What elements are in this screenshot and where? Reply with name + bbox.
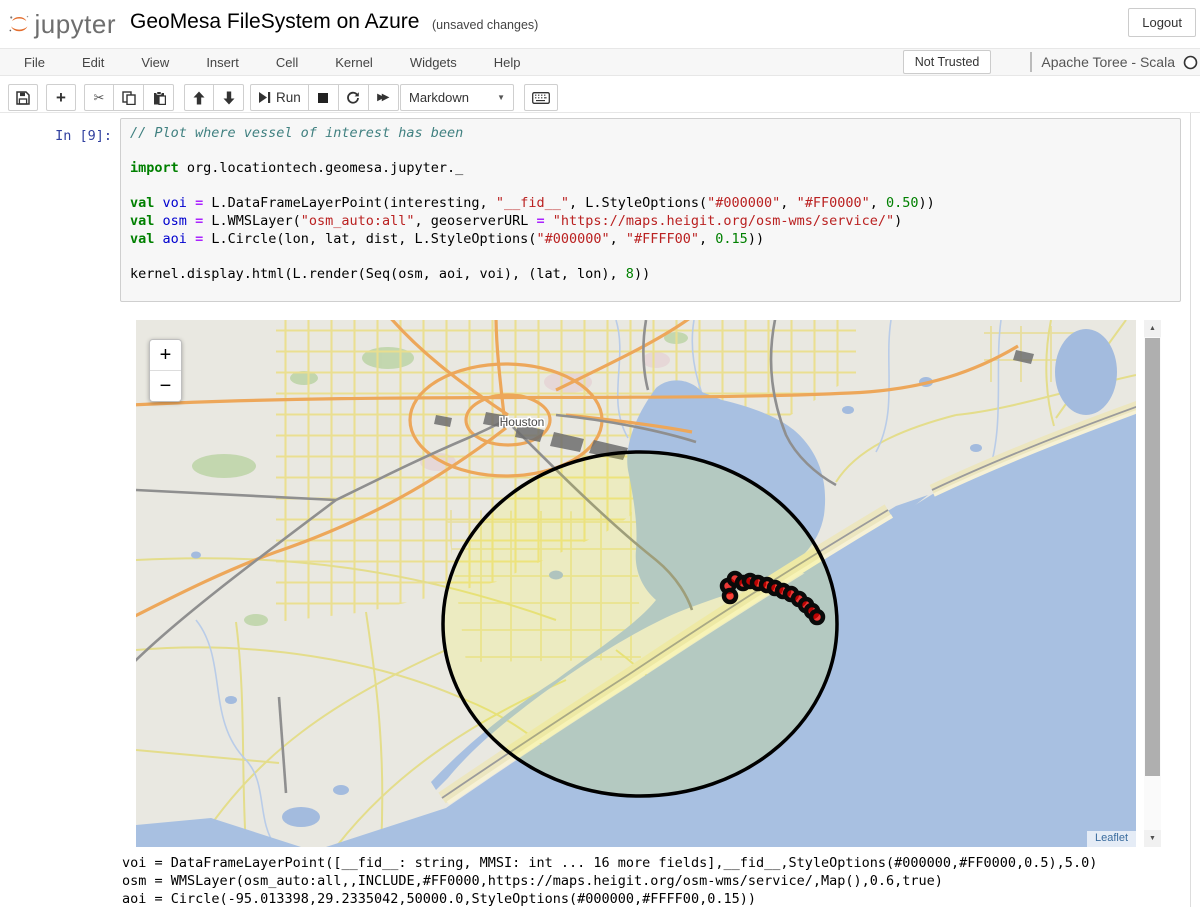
run-button[interactable]: Run — [250, 84, 309, 111]
vessel-point[interactable] — [724, 590, 736, 602]
fast-forward-icon: ▶▶ — [377, 92, 389, 103]
kernel-name: Apache Toree - Scala — [1041, 54, 1175, 70]
copy-button[interactable] — [114, 84, 144, 111]
jupyter-logo-text: jupyter — [34, 9, 116, 40]
cut-button[interactable]: ✂ — [84, 84, 114, 111]
paste-button[interactable] — [144, 84, 174, 111]
add-cell-button[interactable]: + — [46, 84, 76, 111]
menu-kernel[interactable]: Kernel — [335, 55, 373, 70]
restart-kernel-button[interactable] — [339, 84, 369, 111]
code-lines: // Plot where vessel of interest has bee… — [130, 125, 1171, 283]
map-zoom-control: + − — [149, 339, 182, 402]
input-prompt: In [9]: — [0, 128, 112, 144]
vessel-point[interactable] — [811, 611, 823, 623]
menu-insert[interactable]: Insert — [206, 55, 239, 70]
zoom-in-button[interactable]: + — [150, 340, 181, 371]
move-down-icon — [222, 91, 236, 105]
restart-icon — [346, 91, 360, 105]
aoi-circle[interactable] — [443, 452, 837, 796]
keyboard-icon — [532, 92, 550, 104]
save-icon — [16, 91, 30, 105]
move-cell-up-button[interactable] — [184, 84, 214, 111]
header: jupyter GeoMesa FileSystem on Azure (uns… — [0, 0, 1200, 48]
leaflet-map[interactable]: Houston + − Leaflet — [136, 320, 1136, 847]
jupyter-logo[interactable]: jupyter — [8, 4, 116, 44]
notebook-title[interactable]: GeoMesa FileSystem on Azure — [130, 10, 419, 34]
kernel-idle-icon — [1183, 55, 1198, 70]
jupyter-planet-icon — [8, 4, 30, 44]
cut-icon: ✂ — [94, 90, 105, 106]
run-icon — [258, 91, 271, 104]
menu-view[interactable]: View — [141, 55, 169, 70]
menu-widgets[interactable]: Widgets — [410, 55, 457, 70]
run-label: Run — [276, 90, 301, 105]
move-up-icon — [192, 91, 206, 105]
toolbar: + ✂ Run — [0, 77, 1200, 113]
scrollbar-down-icon[interactable]: ▼ — [1144, 830, 1161, 847]
zoom-out-button[interactable]: − — [150, 371, 181, 402]
autosave-status: (unsaved changes) — [432, 18, 538, 32]
scrollbar-thumb[interactable] — [1145, 338, 1160, 776]
map-canvas: Houston — [136, 320, 1136, 847]
menu-help[interactable]: Help — [494, 55, 521, 70]
move-cell-down-button[interactable] — [214, 84, 244, 111]
cell-type-value: Markdown — [409, 90, 469, 105]
output-scrollbar[interactable]: ▲ ▼ — [1144, 320, 1161, 847]
save-button[interactable] — [8, 84, 38, 111]
result-text-output: voi = DataFrameLayerPoint([__fid__: stri… — [122, 854, 1200, 908]
scrollbar-up-icon[interactable]: ▲ — [1144, 320, 1161, 337]
not-trusted-button[interactable]: Not Trusted — [903, 50, 992, 74]
copy-icon — [122, 91, 136, 105]
kernel-divider — [1030, 52, 1032, 72]
menu-cell[interactable]: Cell — [276, 55, 298, 70]
menu-file[interactable]: File — [24, 55, 45, 70]
command-palette-button[interactable] — [524, 84, 558, 111]
logout-button[interactable]: Logout — [1128, 8, 1196, 37]
leaflet-attribution[interactable]: Leaflet — [1087, 831, 1136, 847]
chevron-down-icon: ▼ — [497, 93, 505, 102]
houston-label: Houston — [500, 415, 545, 429]
menubar: File Edit View Insert Cell Kernel Widget… — [0, 48, 1200, 76]
notebook-right-border — [1190, 113, 1191, 907]
code-editor[interactable]: // Plot where vessel of interest has bee… — [120, 118, 1181, 302]
paste-icon — [152, 91, 166, 105]
cell-type-dropdown[interactable]: Markdown ▼ — [400, 84, 514, 111]
menu-edit[interactable]: Edit — [82, 55, 104, 70]
stop-icon — [317, 92, 329, 104]
restart-run-all-button[interactable]: ▶▶ — [369, 84, 399, 111]
stop-button[interactable] — [309, 84, 339, 111]
